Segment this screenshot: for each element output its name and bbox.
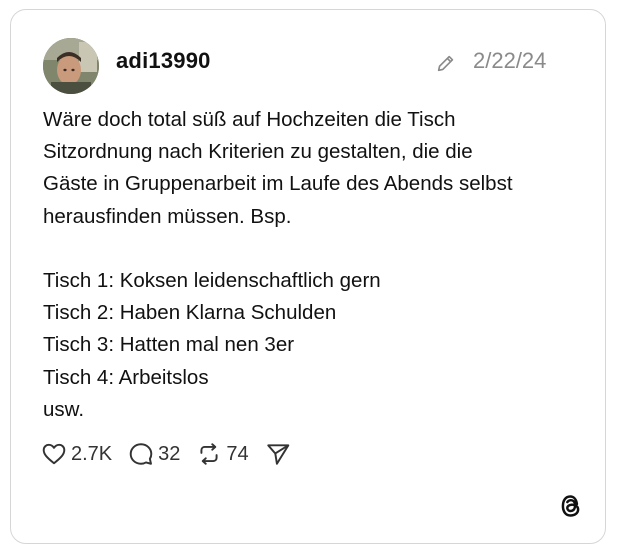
post-body-line: herausfinden müssen. Bsp. bbox=[43, 204, 292, 228]
send-icon bbox=[266, 444, 289, 465]
post-body-line: Wäre doch total süß auf Hochzeiten die T… bbox=[43, 108, 456, 131]
post-body-line: Tisch 3: Hatten mal nen 3er bbox=[43, 333, 295, 357]
post-body-line: Tisch 1: Koksen leidenschaftlich gern bbox=[43, 268, 381, 292]
post-body: Wäre doch total süß auf Hochzeiten die T… bbox=[43, 104, 583, 426]
reply-count: 32 bbox=[158, 442, 181, 465]
post-body-line: Tisch 2: Haben Klarna Schulden bbox=[43, 301, 337, 325]
comment-bubble-icon bbox=[129, 443, 153, 465]
post-body-line: Sitzordnung nach Kriterien zu gestalten,… bbox=[43, 140, 473, 164]
post-body-line: usw. bbox=[43, 397, 85, 421]
avatar-photo bbox=[43, 38, 99, 94]
reply-button[interactable]: 32 bbox=[128, 441, 180, 467]
repost-button[interactable]: 74 bbox=[196, 441, 249, 467]
username[interactable]: adi13990 bbox=[116, 48, 211, 74]
like-button[interactable]: 2.7K bbox=[41, 441, 112, 467]
avatar[interactable] bbox=[43, 38, 99, 94]
post-body-line bbox=[43, 233, 583, 265]
pencil-icon bbox=[437, 55, 454, 72]
post-body-line: Tisch 4: Arbeitslos bbox=[43, 365, 209, 389]
post-actions: 2.7K 32 74 bbox=[41, 440, 307, 468]
heart-icon bbox=[42, 443, 66, 465]
share-button[interactable] bbox=[265, 441, 291, 467]
like-count: 2.7K bbox=[71, 442, 113, 465]
post-body-line: Gäste in Gruppenarbeit im Laufe des Aben… bbox=[43, 172, 513, 196]
repost-icon bbox=[200, 443, 218, 465]
post-date: 2/22/24 bbox=[473, 48, 547, 73]
threads-logo bbox=[561, 495, 580, 517]
repost-count: 74 bbox=[226, 442, 249, 465]
post-card: adi13990 2/22/24 Wäre doch total süß auf… bbox=[10, 9, 606, 544]
